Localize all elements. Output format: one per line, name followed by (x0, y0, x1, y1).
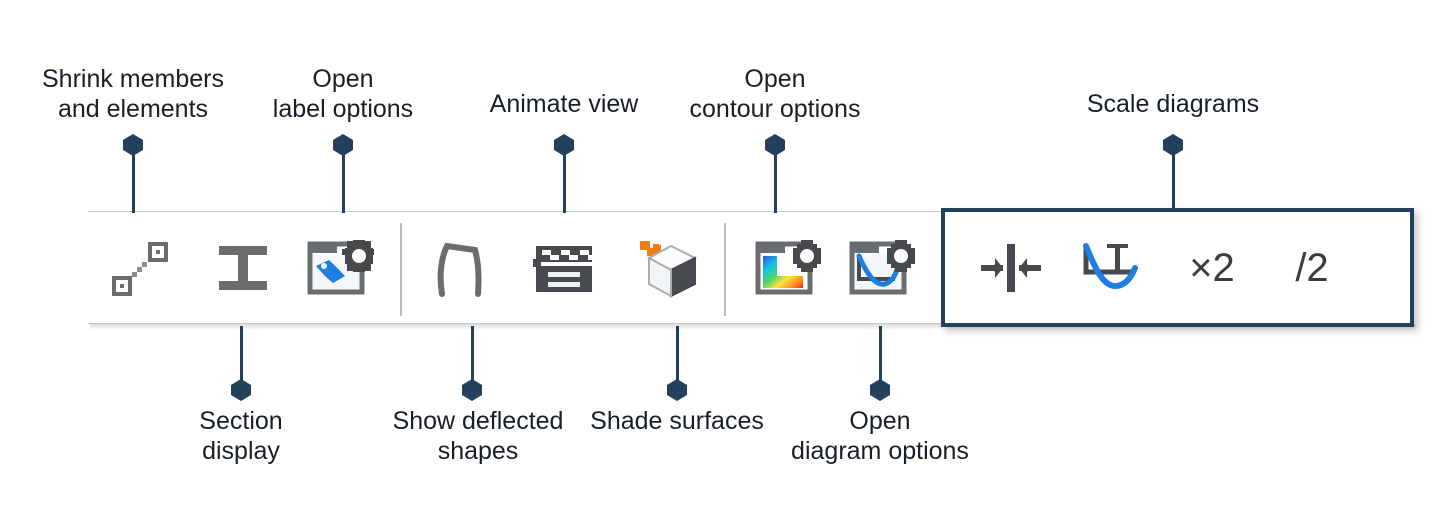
callout-dot-section-display (231, 379, 251, 401)
callout-dot-show-deflected-shapes (462, 379, 482, 401)
scale-times-two-button[interactable]: ×2 (1176, 232, 1248, 304)
callout-dot-shade-surfaces (667, 379, 687, 401)
callout-dot-scale-diagrams (1163, 134, 1183, 156)
shade-surfaces-button[interactable] (635, 232, 707, 304)
animate-view-button[interactable] (528, 232, 600, 304)
callout-dot-open-label-options (333, 134, 353, 156)
callout-leader-open-diagram-options (879, 326, 882, 381)
diagram-options-button[interactable] (845, 232, 917, 304)
deflected-shapes-button[interactable] (425, 232, 497, 304)
shrink-members-elements-button[interactable] (104, 232, 176, 304)
divide-two-glyph: /2 (1295, 246, 1329, 290)
shrink-members-icon (104, 232, 176, 304)
shaded-cube-icon (635, 232, 707, 304)
callout-dot-open-contour-options (765, 134, 785, 156)
contour-gear-icon (751, 232, 823, 304)
callout-leader-open-contour-options (774, 155, 777, 213)
diagram-height-icon (1073, 232, 1145, 304)
callout-label-shrink-members-and-elements: Shrink members and elements (42, 65, 224, 123)
section-display-button[interactable] (207, 232, 279, 304)
diagram-gear-icon (845, 232, 917, 304)
label-options-button[interactable] (303, 232, 375, 304)
callout-label-scale-diagrams: Scale diagrams (1086, 90, 1260, 118)
callout-label-section-display: Section display (199, 407, 283, 465)
i-beam-section-icon (207, 232, 279, 304)
callout-leader-show-deflected-shapes (471, 326, 474, 381)
toolbar-separator-1 (400, 223, 402, 316)
callout-dot-shrink-members-and-elements (123, 134, 143, 156)
scale-diagram-height-button[interactable] (1073, 232, 1145, 304)
callout-label-open-diagram-options: Open diagram options (791, 407, 969, 465)
deflected-frame-icon (425, 232, 497, 304)
label-options-gear-icon (303, 232, 375, 304)
callout-dot-open-diagram-options (870, 379, 890, 401)
callout-dot-animate-view (554, 134, 574, 156)
callout-leader-animate-view (563, 155, 566, 213)
contour-options-button[interactable] (751, 232, 823, 304)
collapse-diagrams-button[interactable] (975, 232, 1047, 304)
callout-label-open-label-options: Open label options (272, 65, 414, 123)
annotated-toolbar-figure: ×2 /2 Shrink members and elements Open la… (0, 0, 1449, 521)
times-two-glyph: ×2 (1189, 246, 1235, 290)
collapse-to-center-icon (975, 232, 1047, 304)
scale-divide-two-button[interactable]: /2 (1276, 232, 1348, 304)
callout-leader-scale-diagrams (1172, 155, 1175, 210)
callout-label-open-contour-options: Open contour options (689, 65, 861, 123)
clapperboard-icon (528, 232, 600, 304)
callout-leader-shade-surfaces (676, 326, 679, 381)
callout-leader-section-display (240, 326, 243, 381)
callout-leader-shrink-members-and-elements (132, 155, 135, 213)
callout-leader-open-label-options (342, 155, 345, 213)
toolbar-separator-2 (724, 223, 726, 316)
